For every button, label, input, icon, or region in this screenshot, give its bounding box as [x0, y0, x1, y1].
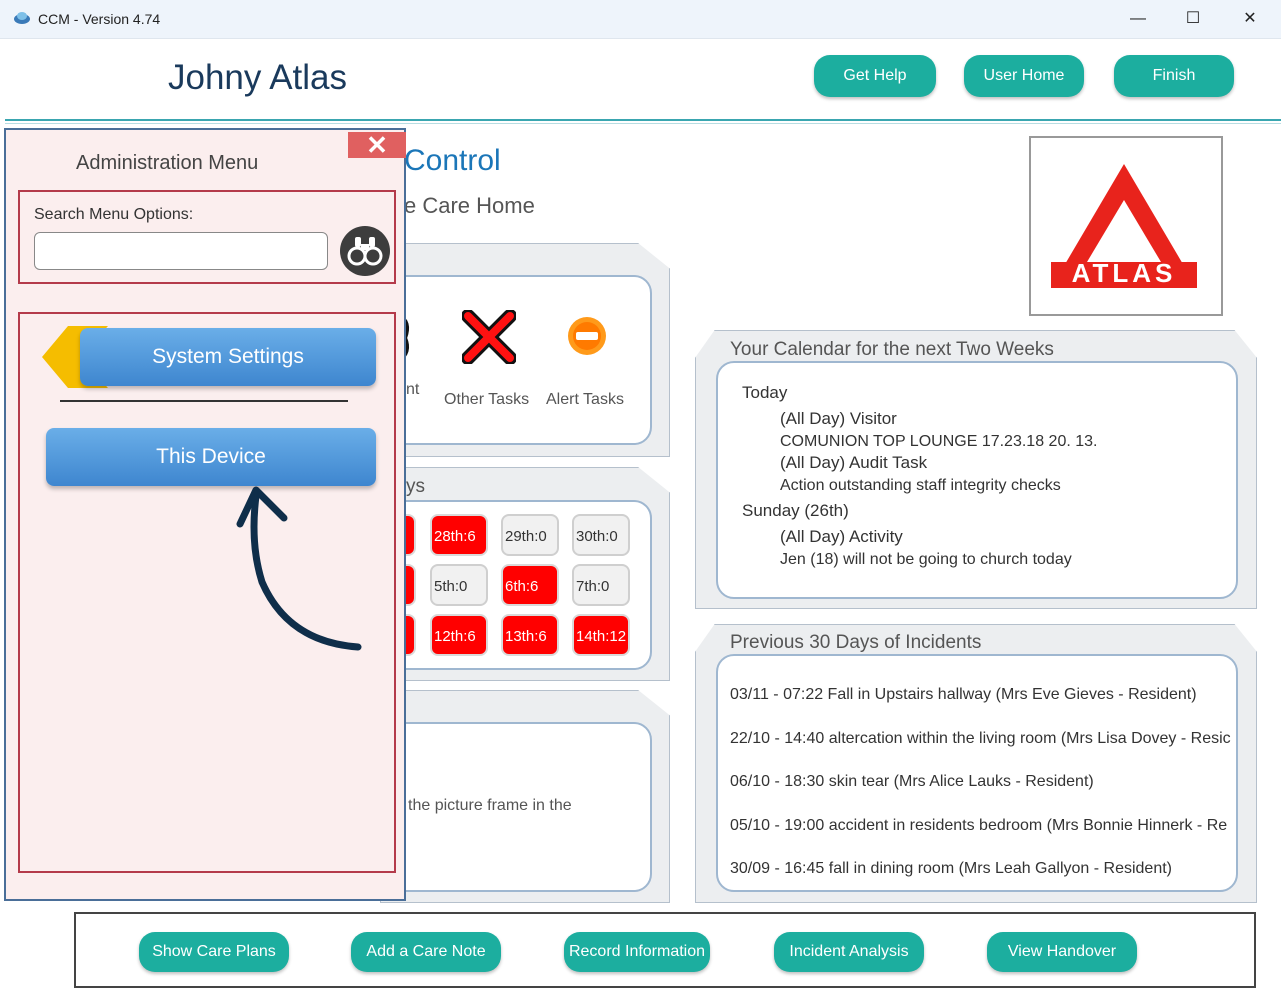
admin-menu-title: Administration Menu: [76, 152, 259, 174]
incident-item[interactable]: 06/10 - 18:30 skin tear (Mrs Alice Lauks…: [730, 773, 1094, 791]
user-name: Johny Atlas: [168, 58, 347, 97]
view-handover-button[interactable]: View Handover: [987, 932, 1137, 972]
search-button[interactable]: [340, 226, 390, 276]
incident-item[interactable]: 03/11 - 07:22 Fall in Upstairs hallway (…: [730, 686, 1197, 704]
calendar-list[interactable]: Today (All Day) Visitor COMUNION TOP LOU…: [716, 361, 1238, 599]
window-title: CCM - Version 4.74: [38, 11, 161, 27]
show-care-plans-button[interactable]: Show Care Plans: [139, 932, 289, 972]
get-help-button[interactable]: Get Help: [814, 55, 936, 97]
calendar-entry-detail: Action outstanding staff integrity check…: [780, 477, 1061, 494]
maximize-button[interactable]: ☐: [1173, 6, 1213, 32]
search-label: Search Menu Options:: [34, 206, 194, 223]
record-information-button[interactable]: Record Information: [564, 932, 710, 972]
day-cell[interactable]: 5th:0: [430, 564, 488, 606]
pointer-arrow-icon: [236, 486, 362, 651]
day-cell[interactable]: 29th:0: [501, 514, 559, 556]
minimize-button[interactable]: —: [1118, 6, 1158, 32]
days-panel-title: ys: [406, 476, 425, 497]
add-care-note-button[interactable]: Add a Care Note: [351, 932, 501, 972]
day-cell[interactable]: 14th:12: [572, 614, 630, 656]
search-section: Search Menu Options:: [18, 190, 396, 284]
header-divider: [5, 119, 1281, 121]
incidents-title: Previous 30 Days of Incidents: [730, 632, 982, 653]
incident-item[interactable]: 05/10 - 19:00 accident in residents bedr…: [730, 817, 1227, 835]
calendar-day-heading: Today: [742, 383, 788, 402]
calendar-entry: (All Day) Visitor: [780, 409, 897, 428]
user-home-button[interactable]: User Home: [964, 55, 1084, 97]
calendar-entry-detail: Jen (18) will not be going to church tod…: [780, 551, 1072, 568]
day-cell[interactable]: 30th:0: [572, 514, 630, 556]
incident-item[interactable]: 22/10 - 14:40 altercation within the liv…: [730, 730, 1231, 748]
system-settings-button[interactable]: System Settings: [80, 328, 376, 386]
window-title-bar: CCM - Version 4.74 — ☐ ✕: [0, 0, 1281, 39]
day-cell[interactable]: 12th:6: [430, 614, 488, 656]
incidents-list[interactable]: 03/11 - 07:22 Fall in Upstairs hallway (…: [716, 654, 1238, 892]
header-divider-light: [5, 123, 1281, 124]
picture-frame-text: the picture frame in the: [408, 797, 572, 814]
calendar-entry: (All Day) Audit Task: [780, 453, 928, 472]
admin-close-button[interactable]: ✕: [348, 132, 406, 158]
finish-button[interactable]: Finish: [1114, 55, 1234, 97]
dashboard-subtitle: e Care Home: [404, 193, 535, 218]
this-device-button[interactable]: This Device: [46, 428, 376, 486]
administration-menu: Administration Menu ✕ Search Menu Option…: [4, 128, 406, 901]
calendar-day-heading: Sunday (26th): [742, 501, 849, 520]
incident-item[interactable]: 30/09 - 16:45 fall in dining room (Mrs L…: [730, 860, 1172, 878]
logo-text: ATLAS: [1071, 258, 1177, 288]
menu-options: System Settings This Device: [18, 312, 396, 873]
close-window-button[interactable]: ✕: [1230, 6, 1270, 32]
calendar-entry: (All Day) Activity: [780, 527, 903, 546]
menu-divider: [60, 400, 348, 402]
day-cell[interactable]: 28th:6: [430, 514, 488, 556]
red-x-icon[interactable]: [462, 310, 516, 364]
calendar-entry-detail: COMUNION TOP LOUNGE 17.23.18 20. 13.: [780, 433, 1098, 450]
atlas-logo: ATLAS: [1029, 136, 1223, 316]
partial-task-label: nt: [406, 381, 420, 398]
dashboard-title: Control: [404, 144, 501, 177]
binoculars-icon: [347, 237, 383, 266]
alert-minus-icon[interactable]: [567, 316, 607, 356]
other-tasks-label[interactable]: Other Tasks: [444, 391, 529, 409]
day-cell[interactable]: 13th:6: [501, 614, 559, 656]
app-icon: [14, 12, 30, 24]
tasks-panel-inner: [380, 275, 652, 445]
bottom-action-bar: Show Care Plans Add a Care Note Record I…: [74, 912, 1256, 988]
alert-tasks-label[interactable]: Alert Tasks: [546, 391, 624, 409]
calendar-title: Your Calendar for the next Two Weeks: [730, 339, 1054, 360]
day-cell[interactable]: 7th:0: [572, 564, 630, 606]
incident-analysis-button[interactable]: Incident Analysis: [774, 932, 924, 972]
day-cell[interactable]: 6th:6: [501, 564, 559, 606]
search-input[interactable]: [34, 232, 328, 270]
